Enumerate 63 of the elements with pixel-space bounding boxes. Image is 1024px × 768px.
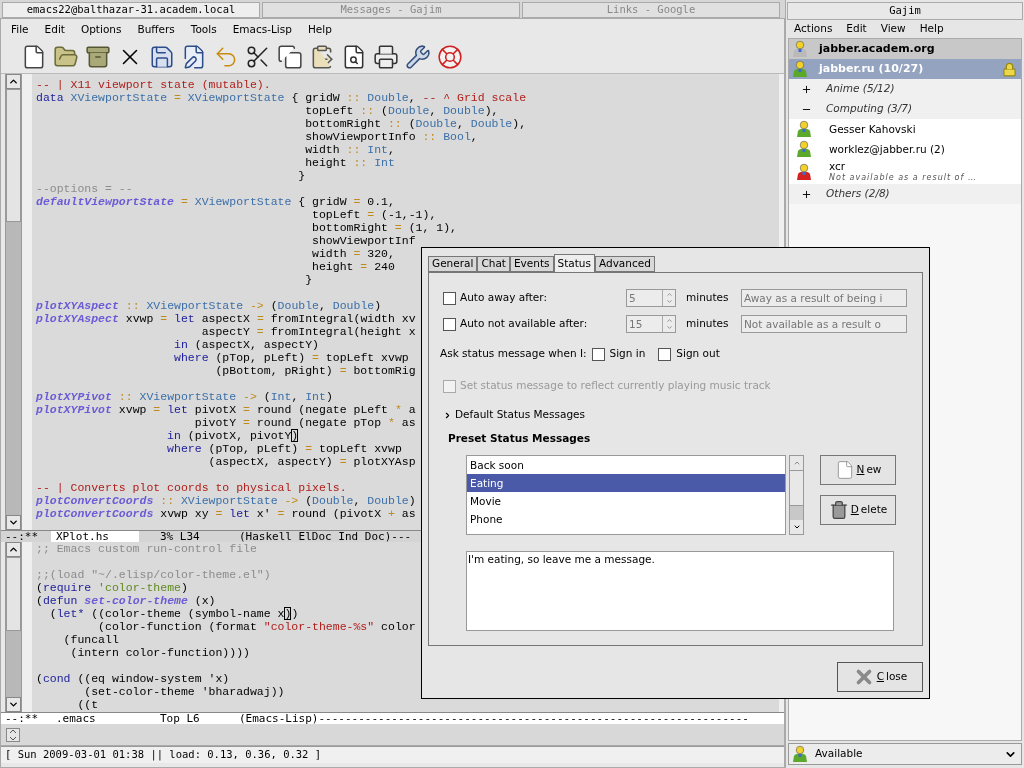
code-line: bottomRight = (1, 1), [311, 221, 457, 234]
code-line: width = 320, [311, 247, 395, 260]
code-line: (funcall [62, 633, 119, 646]
account-name: jabber.academ.org [819, 40, 936, 57]
code-line: (defun set-color-theme (x) [36, 594, 216, 607]
code-line: showViewportInfo :: Bool, [304, 130, 478, 143]
code-line: plotConvertCoords :: XViewportState -> (Double, Double) [36, 494, 416, 507]
code-line: plotXYAspect xvwp = let aspectX = fromIntegral(width xv [36, 312, 416, 325]
code-line: -- | Converts plot coords to physical pixels. [36, 481, 347, 494]
contact-status-message: Not available as a result of … [829, 173, 977, 183]
window-title: Gajim [787, 2, 1023, 20]
code-line: where (pTop, pLeft) = topLeft xvwp [173, 351, 409, 364]
contact-name: xcr [829, 160, 847, 173]
code-line: width :: Int, [304, 143, 395, 156]
code-line: ((t [76, 698, 99, 711]
code-line: plotConvertCoords xvwp xy = let x' = round (pivotX + as [36, 507, 416, 520]
code-line: height :: Int [304, 156, 395, 169]
code-line: aspectY = fromIntegral(height x [200, 325, 416, 338]
option-label: Auto not available after: [460, 316, 588, 332]
code-line: (cond ((eq window-system 'x) [36, 672, 230, 685]
code-line: where (pTop, pLeft) = topLeft xvwp [166, 442, 402, 455]
option-label: Sign in [609, 346, 646, 362]
modified-status-text: --:** [4, 712, 40, 725]
code-line: ;; Emacs custom run-control file [36, 542, 257, 555]
code-line: pivotY = round (negate pTop * as [193, 416, 416, 429]
code-line: plotXYPivot :: XViewportState -> (Int, Int) [36, 390, 333, 403]
option-label: Sign out [676, 346, 720, 362]
buffer-position: Top L6 [160, 712, 201, 725]
code-line: showViewportInf [311, 234, 416, 247]
code-line: defaultViewportState = XViewportState { gridW = 0.1, [36, 195, 395, 208]
code-line: (intern color-function)))) [69, 646, 250, 659]
code-line: (color-function (format "color-theme-%s" color [97, 620, 416, 633]
account-name: jabber.ru (10/27) [819, 60, 925, 77]
major-mode: (Emacs-Lisp)----------------------------------------------------------------- [239, 712, 749, 725]
code-line: bottomRight :: (Double, Double), [304, 117, 527, 130]
code-line: (pBottom, pRight) = bottomRig [214, 364, 416, 377]
buffer-name: XPlot.hs [51, 530, 139, 543]
unit-label: minutes [686, 290, 730, 306]
option-label: Set status message to reflect currently playing music track [460, 378, 771, 394]
code-line: } [304, 273, 313, 286]
code-line: in (aspectX, aspectY) [173, 338, 319, 351]
code-line: (aspectX, aspectY) = plotXYAsp [207, 455, 416, 468]
code-line: (set-color-theme 'bharadwaj)) [83, 685, 285, 698]
buffer-position: 3% L34 [160, 530, 201, 543]
section-heading: Preset Status Messages [448, 431, 591, 446]
code-line: -- | X11 viewport state (mutable). [36, 78, 271, 91]
code-line: topLeft = (-1,-1), [311, 208, 437, 221]
code-line: plotXYAspect :: XViewportState -> (Double, Double) [36, 299, 382, 312]
modified-status-text: --:** [4, 530, 40, 543]
option-label: Auto away after: [460, 290, 547, 306]
contact-name: Gesser Kahovski [829, 122, 916, 136]
code-line: data XViewportState = XViewportState { gridW :: Double, -- ^ Grid scale [36, 91, 527, 104]
code-line: topLeft :: (Double, Double), [304, 104, 499, 117]
code-line: plotXYPivot xvwp = let pivotX = round (negate pLeft * a [36, 403, 416, 416]
code-line: ;;(load "~/.elisp/color-theme.el") [36, 568, 271, 581]
code-line: (require 'color-theme) [36, 581, 188, 594]
code-line: height = 240 [311, 260, 395, 273]
option-label: Ask status message when I: [440, 346, 587, 362]
major-mode: (Haskell ElDoc Ind Doc)--- [239, 530, 412, 543]
contact-name: worklez@jabber.ru (2) [829, 142, 945, 156]
unit-label: minutes [686, 316, 730, 332]
code-line: } [297, 169, 306, 182]
code-line: --options = -- [36, 182, 133, 195]
